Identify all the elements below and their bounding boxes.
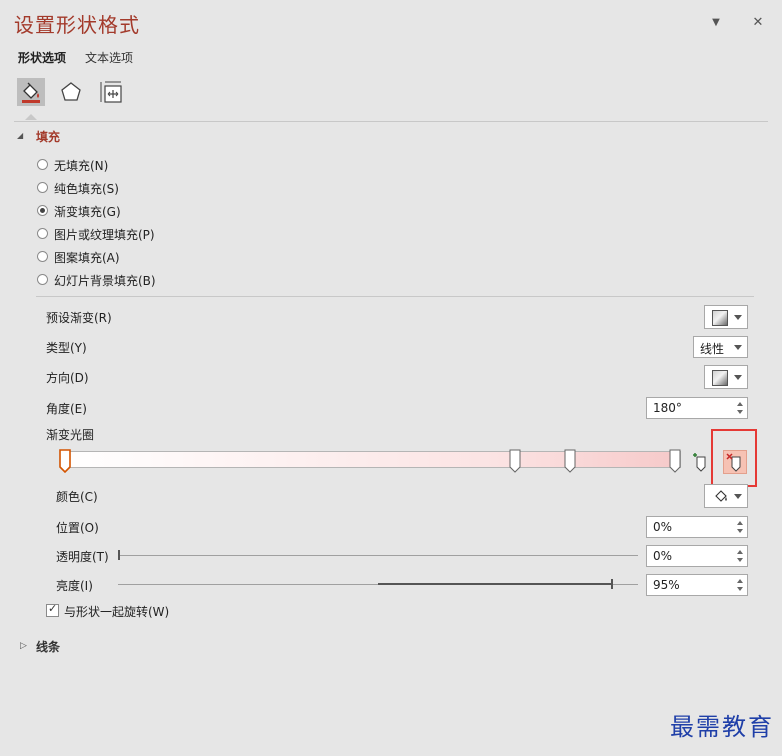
direction-label: 方向(D) [46,371,89,385]
gradient-stop-marker[interactable] [59,449,71,474]
angle-label: 角度(E) [46,402,87,416]
brightness-value: 95% [653,578,680,592]
gradient-stop-marker[interactable] [669,449,681,473]
panel-title: 设置形状格式 [14,13,140,37]
tab-text-options[interactable]: 文本选项 [85,49,133,66]
chevron-down-icon [734,315,742,320]
collapse-icon[interactable]: ▼ [707,14,725,32]
fill-line-icon[interactable] [17,78,45,106]
spin-up-icon[interactable] [737,402,743,406]
radio-pattern-fill[interactable] [37,251,48,262]
brightness-label: 亮度(I) [56,579,93,593]
spin-down-icon[interactable] [737,410,743,414]
spin-down-icon[interactable] [737,558,743,562]
label-solid-fill[interactable]: 纯色填充(S) [54,180,119,197]
label-pattern-fill[interactable]: 图案填充(A) [54,249,120,266]
brightness-spinner[interactable]: 95% [646,574,748,596]
chevron-down-icon [734,494,742,499]
spin-up-icon[interactable] [737,579,743,583]
radio-slide-background-fill[interactable] [37,274,48,285]
transparency-slider-thumb[interactable] [118,550,120,560]
rotate-with-shape-checkbox[interactable] [46,602,59,617]
gradient-stops-bar[interactable] [65,451,681,468]
tab-divider [14,121,768,122]
angle-value: 180° [653,401,682,415]
transparency-label: 透明度(T) [56,550,109,564]
size-properties-icon[interactable] [97,78,125,106]
radio-gradient-fill[interactable] [37,205,48,216]
chevron-down-icon [734,345,742,350]
gradient-stop-marker[interactable] [509,449,521,473]
active-tab-pointer [25,114,37,120]
spin-down-icon[interactable] [737,587,743,591]
position-label: 位置(O) [56,521,99,535]
tab-shape-options[interactable]: 形状选项 [18,49,66,66]
radio-solid-fill[interactable] [37,182,48,193]
gradient-stop-marker[interactable] [564,449,576,473]
position-value: 0% [653,520,673,534]
add-gradient-stop-button[interactable] [690,451,712,473]
paint-bucket-icon [715,490,727,502]
section-fill-header[interactable]: 填充 [36,128,60,145]
type-label: 类型(Y) [46,341,87,355]
spin-up-icon[interactable] [737,521,743,525]
transparency-value: 0% [653,549,673,563]
color-dropdown[interactable] [704,484,748,508]
options-divider [36,296,754,297]
collapsed-triangle-icon[interactable]: ▷ [20,641,27,651]
effects-pentagon-icon[interactable] [57,78,85,106]
rotate-with-shape-label[interactable]: 与形状一起旋转(W) [64,603,169,620]
direction-dropdown[interactable] [704,365,748,389]
transparency-slider-track[interactable] [118,555,638,556]
gradient-swatch-icon [712,370,728,386]
label-no-fill[interactable]: 无填充(N) [54,157,108,174]
expanded-triangle-icon[interactable]: ◢ [17,131,23,140]
chevron-down-icon [734,375,742,380]
preset-gradient-label: 预设渐变(R) [46,311,112,325]
gradient-swatch-icon [712,310,728,326]
label-picture-fill[interactable]: 图片或纹理填充(P) [54,226,155,243]
type-value: 线性 [700,342,725,356]
close-icon[interactable]: ✕ [749,14,767,32]
radio-no-fill[interactable] [37,159,48,170]
angle-spinner[interactable]: 180° [646,397,748,419]
spin-down-icon[interactable] [737,529,743,533]
position-spinner[interactable]: 0% [646,516,748,538]
watermark-text: 最需教育 [670,713,774,741]
gradient-stops-label: 渐变光圈 [46,428,95,442]
color-label: 颜色(C) [56,490,98,504]
highlight-box [711,429,757,487]
brightness-slider-thumb[interactable] [611,579,613,589]
label-slide-background-fill[interactable]: 幻灯片背景填充(B) [54,272,156,289]
spin-up-icon[interactable] [737,550,743,554]
section-line-header[interactable]: 线条 [36,638,60,655]
label-gradient-fill[interactable]: 渐变填充(G) [54,203,121,220]
transparency-spinner[interactable]: 0% [646,545,748,567]
brightness-slider-fill [378,583,612,585]
type-dropdown[interactable]: 线性 [693,336,748,358]
preset-gradient-dropdown[interactable] [704,305,748,329]
radio-picture-fill[interactable] [37,228,48,239]
